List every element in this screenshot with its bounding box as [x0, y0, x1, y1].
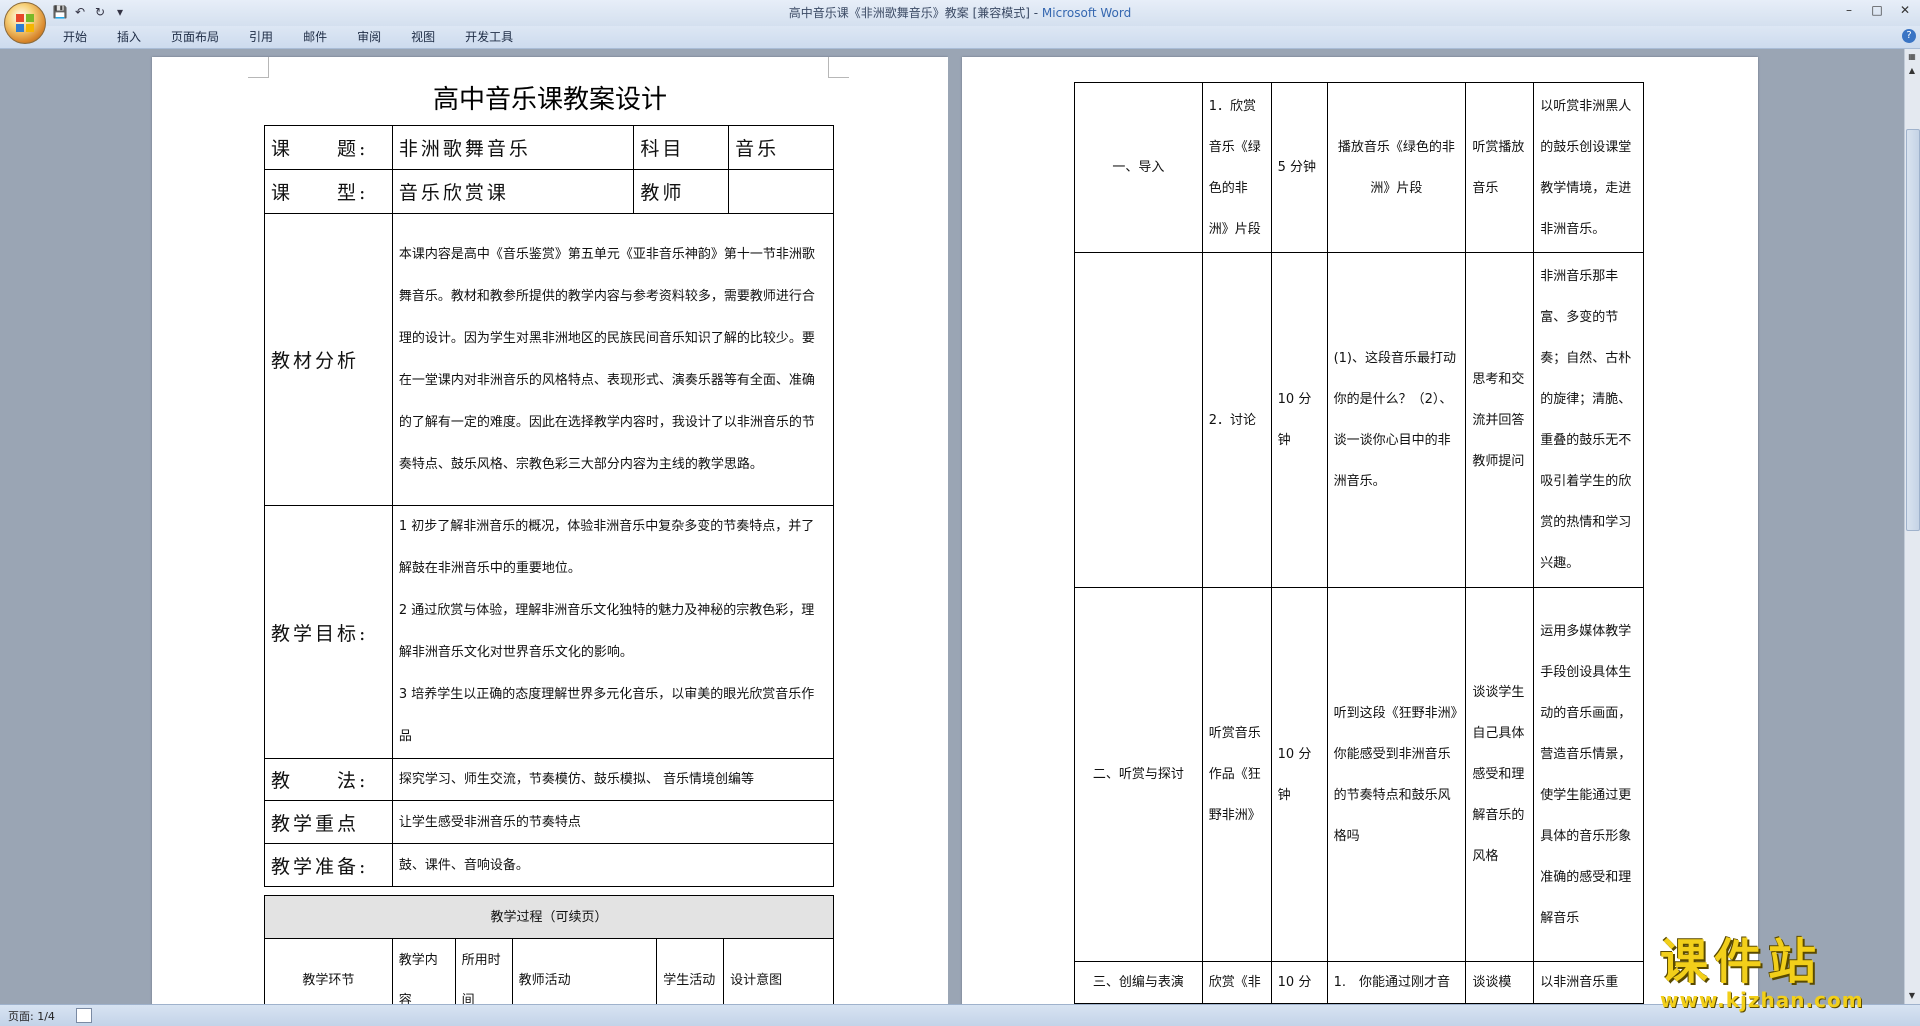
watermark-title: 课件站 [1660, 934, 1823, 990]
tab-page-layout[interactable]: 页面布局 [156, 29, 234, 45]
margin-corner [248, 57, 269, 78]
kjzhan-watermark: 课件站 www.kjzhan.com [1660, 922, 1915, 1012]
ribbon-tabs: 开始 插入 页面布局 引用 邮件 审阅 视图 开发工具 [48, 29, 528, 45]
goal-1: 1 初步了解非洲音乐的概况，体验非洲音乐中复杂多变的节奏特点，并了解鼓在非洲音乐… [398, 519, 815, 576]
document-workspace: 高中音乐课教案设计 课 题: 非洲歌舞音乐 科目 音乐 课 型: 音乐欣赏课 教… [0, 49, 1905, 1004]
status-bar: 页面: 1/4 [0, 1004, 1920, 1026]
scrollbar-thumb[interactable] [1906, 129, 1920, 531]
minimize-icon[interactable]: – [1840, 2, 1858, 18]
tab-mailings[interactable]: 邮件 [288, 29, 342, 45]
window-title: 高中音乐课《非洲歌舞音乐》教案 [兼容模式] - Microsoft Word [0, 4, 1920, 21]
focus-text[interactable]: 让学生感受非洲音乐的节奏特点 [391, 800, 835, 844]
goal-2: 2 通过欣赏与体验，理解非洲音乐文化独特的魅力及神秘的宗教色彩，理解非洲音乐文化… [398, 603, 815, 660]
type-label: 课 型: [264, 169, 393, 214]
process-table-continued: 一、导入 1．欣赏音乐《绿色的非洲》片段 5 分钟 播放音乐《绿色的非洲》片段 … [1074, 82, 1644, 1004]
row4-content[interactable]: 欣赏《非 [1201, 961, 1272, 1004]
app-name: Microsoft Word [1041, 6, 1132, 20]
lesson-info-table: 课 题: 非洲歌舞音乐 科目 音乐 课 型: 音乐欣赏课 教师 教材分析 本课内… [264, 125, 835, 887]
topic-value[interactable]: 非洲歌舞音乐 [391, 125, 635, 170]
scroll-up-icon[interactable]: ▲ [1906, 65, 1918, 77]
tab-home[interactable]: 开始 [48, 29, 102, 45]
row2-time[interactable]: 10 分钟 [1270, 252, 1328, 588]
row3-link[interactable]: 二、听赏与探讨 [1074, 587, 1203, 962]
analysis-label: 教材分析 [264, 213, 393, 506]
focus-label: 教学重点 [264, 800, 393, 844]
row2-teacher[interactable]: (1)、这段音乐最打动你的是什么？（2）、谈一谈你心目中的非洲音乐。 [1326, 252, 1467, 588]
header-content: 教学内容 [391, 938, 456, 1004]
tab-view[interactable]: 视图 [396, 29, 450, 45]
title-bar: 💾 ↶ ↻ ▾ 高中音乐课《非洲歌舞音乐》教案 [兼容模式] - Microso… [0, 0, 1920, 26]
teacher-label: 教师 [633, 169, 730, 214]
row3-student[interactable]: 谈谈学生自己具体感受和理解音乐的风格 [1465, 587, 1535, 962]
teacher-value[interactable] [728, 169, 834, 214]
goals-label: 教学目标: [264, 505, 393, 759]
row4-student[interactable]: 谈谈模 [1465, 961, 1535, 1004]
method-label: 教 法: [264, 758, 393, 801]
row1-intent[interactable]: 以听赏非洲黑人的鼓乐创设课堂教学情境，走进非洲音乐。 [1533, 82, 1644, 253]
row3-time[interactable]: 10 分钟 [1270, 587, 1328, 962]
page-1[interactable]: 高中音乐课教案设计 课 题: 非洲歌舞音乐 科目 音乐 课 型: 音乐欣赏课 教… [152, 57, 948, 1004]
topic-label: 课 题: [264, 125, 393, 170]
analysis-text[interactable]: 本课内容是高中《音乐鉴赏》第五单元《亚非音乐神韵》第十一节非洲歌舞音乐。教材和教… [391, 213, 835, 506]
row3-intent[interactable]: 运用多媒体教学手段创设具体生动的音乐画面，营造音乐情景，使学生能通过更具体的音乐… [1533, 587, 1644, 962]
row4-link[interactable]: 三、创编与表演 [1074, 961, 1203, 1004]
watermark-url: www.kjzhan.com [1660, 988, 1864, 1012]
row1-student[interactable]: 听赏播放音乐 [1465, 82, 1535, 253]
office-button[interactable] [4, 2, 46, 44]
ribbon-tabs-bar: 开始 插入 页面布局 引用 邮件 审阅 视图 开发工具 ? [0, 26, 1920, 49]
tab-insert[interactable]: 插入 [102, 29, 156, 45]
header-time: 所用时间 [454, 938, 513, 1004]
row2-intent[interactable]: 非洲音乐那丰富、多变的节奏；自然、古朴的旋律；清脆、重叠的鼓乐无不吸引着学生的欣… [1533, 252, 1644, 588]
row4-intent[interactable]: 以非洲音乐重 [1533, 961, 1644, 1004]
row2-link[interactable] [1074, 252, 1203, 588]
process-header: 教学过程（可续页） [264, 895, 834, 939]
close-icon[interactable]: ✕ [1896, 2, 1914, 18]
page-divider [948, 49, 962, 1004]
goals-cell[interactable]: 1 初步了解非洲音乐的概况，体验非洲音乐中复杂多变的节奏特点，并了解鼓在非洲音乐… [391, 505, 835, 759]
row1-teacher[interactable]: 播放音乐《绿色的非洲》片段 [1326, 82, 1467, 253]
maximize-icon[interactable]: □ [1868, 2, 1886, 18]
office-logo-icon [16, 14, 34, 32]
process-table: 教学过程（可续页） 教学环节 教学内容 所用时间 教师活动 学生活动 设计意图 [264, 895, 834, 1004]
prep-label: 教学准备: [264, 843, 393, 887]
header-student: 学生活动 [656, 938, 725, 1004]
margin-corner [828, 57, 849, 78]
document-title: 高中音乐课《非洲歌舞音乐》教案 [兼容模式] - [788, 6, 1042, 20]
row4-teacher[interactable]: 1. 你能通过刚才音 [1326, 961, 1467, 1004]
window-controls: – □ ✕ [1840, 2, 1914, 18]
header-intent: 设计意图 [723, 938, 834, 1004]
ruler-toggle-icon[interactable]: ▦ [1906, 51, 1918, 63]
prep-text[interactable]: 鼓、课件、音响设备。 [391, 843, 835, 887]
row1-link[interactable]: 一、导入 [1074, 82, 1203, 253]
subject-value[interactable]: 音乐 [728, 125, 834, 170]
row1-time[interactable]: 5 分钟 [1270, 82, 1328, 253]
row1-content[interactable]: 1．欣赏音乐《绿色的非洲》片段 [1201, 82, 1272, 253]
vertical-scrollbar[interactable]: ▦ ▲ ▼ [1904, 49, 1920, 1004]
row3-teacher[interactable]: 听到这段《狂野非洲》你能感受到非洲音乐的节奏特点和鼓乐风格吗 [1326, 587, 1467, 962]
row3-content[interactable]: 听赏音乐作品《狂野非洲》 [1201, 587, 1272, 962]
method-text[interactable]: 探究学习、师生交流，节奏模仿、鼓乐模拟、 音乐情境创编等 [391, 758, 835, 801]
proofing-icon[interactable] [76, 1008, 92, 1023]
tab-review[interactable]: 审阅 [342, 29, 396, 45]
type-value[interactable]: 音乐欣赏课 [391, 169, 635, 214]
tab-references[interactable]: 引用 [234, 29, 288, 45]
header-link: 教学环节 [264, 938, 393, 1004]
row4-time[interactable]: 10 分 [1270, 961, 1328, 1004]
document-title-heading: 高中音乐课教案设计 [432, 85, 667, 115]
row2-content[interactable]: 2．讨论 [1201, 252, 1272, 588]
row2-student[interactable]: 思考和交流并回答教师提问 [1465, 252, 1535, 588]
header-teacher: 教师活动 [511, 938, 658, 1004]
page-count[interactable]: 页面: 1/4 [8, 1008, 55, 1024]
subject-label: 科目 [633, 125, 730, 170]
goal-3: 3 培养学生以正确的态度理解世界多元化音乐，以审美的眼光欣赏音乐作品 [398, 687, 815, 744]
page-2[interactable]: 一、导入 1．欣赏音乐《绿色的非洲》片段 5 分钟 播放音乐《绿色的非洲》片段 … [962, 57, 1758, 1004]
tab-developer[interactable]: 开发工具 [450, 29, 528, 45]
help-icon[interactable]: ? [1902, 29, 1916, 43]
